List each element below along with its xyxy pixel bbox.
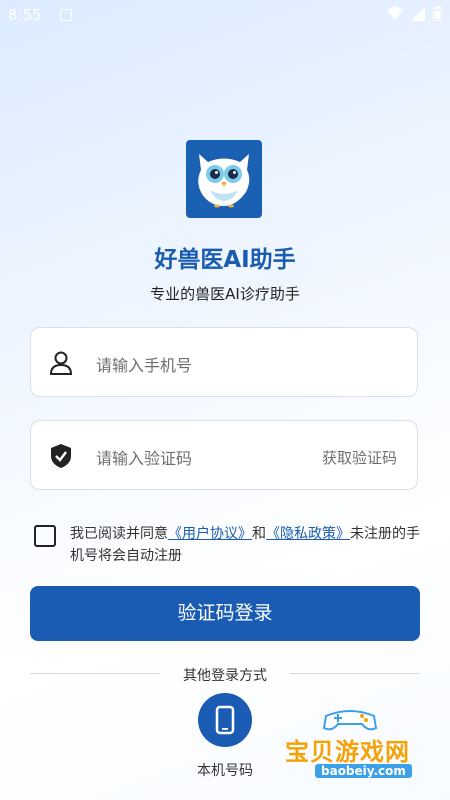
agreement-and: 和 bbox=[252, 526, 266, 542]
battery-icon bbox=[433, 6, 442, 21]
notification-icon bbox=[60, 9, 72, 21]
user-agreement-link[interactable]: 《用户协议》 bbox=[168, 526, 252, 542]
agreement-text: 我已阅读并同意《用户协议》和《隐私政策》未注册的手机号将会自动注册 bbox=[70, 523, 420, 567]
shield-check-icon bbox=[51, 444, 71, 468]
phone-input[interactable]: 请输入手机号 bbox=[96, 352, 192, 376]
privacy-policy-link[interactable]: 《隐私政策》 bbox=[266, 526, 350, 542]
owl-logo-icon bbox=[198, 154, 250, 208]
get-code-button[interactable]: 获取验证码 bbox=[322, 447, 397, 468]
other-login-label: 其他登录方式 bbox=[183, 668, 267, 684]
watermark: 宝贝游戏网 baobeiy.com bbox=[285, 706, 445, 786]
watermark-url: baobeiy.com bbox=[315, 764, 412, 778]
status-icons bbox=[387, 6, 442, 21]
user-icon bbox=[49, 351, 73, 375]
code-field[interactable]: 请输入验证码 获取验证码 bbox=[30, 420, 418, 490]
signal-icon bbox=[411, 6, 425, 21]
wifi-icon bbox=[387, 6, 403, 20]
code-input[interactable]: 请输入验证码 bbox=[96, 445, 192, 469]
app-subtitle: 专业的兽医AI诊疗助手 bbox=[150, 285, 300, 303]
phone-icon bbox=[215, 705, 235, 735]
app-title: 好兽医AI助手 bbox=[154, 247, 296, 273]
gamepad-icon bbox=[322, 710, 378, 731]
local-number-login-button[interactable] bbox=[198, 693, 252, 747]
phone-field[interactable]: 请输入手机号 bbox=[30, 327, 418, 397]
status-time: 8:55 bbox=[8, 6, 42, 24]
code-login-button[interactable]: 验证码登录 bbox=[30, 586, 420, 641]
watermark-text: 宝贝游戏网 bbox=[285, 738, 410, 766]
agreement-checkbox[interactable] bbox=[34, 525, 56, 547]
app-logo bbox=[186, 140, 262, 218]
agreement-prefix: 我已阅读并同意 bbox=[70, 526, 168, 542]
status-bar: 8:55 bbox=[0, 0, 450, 32]
